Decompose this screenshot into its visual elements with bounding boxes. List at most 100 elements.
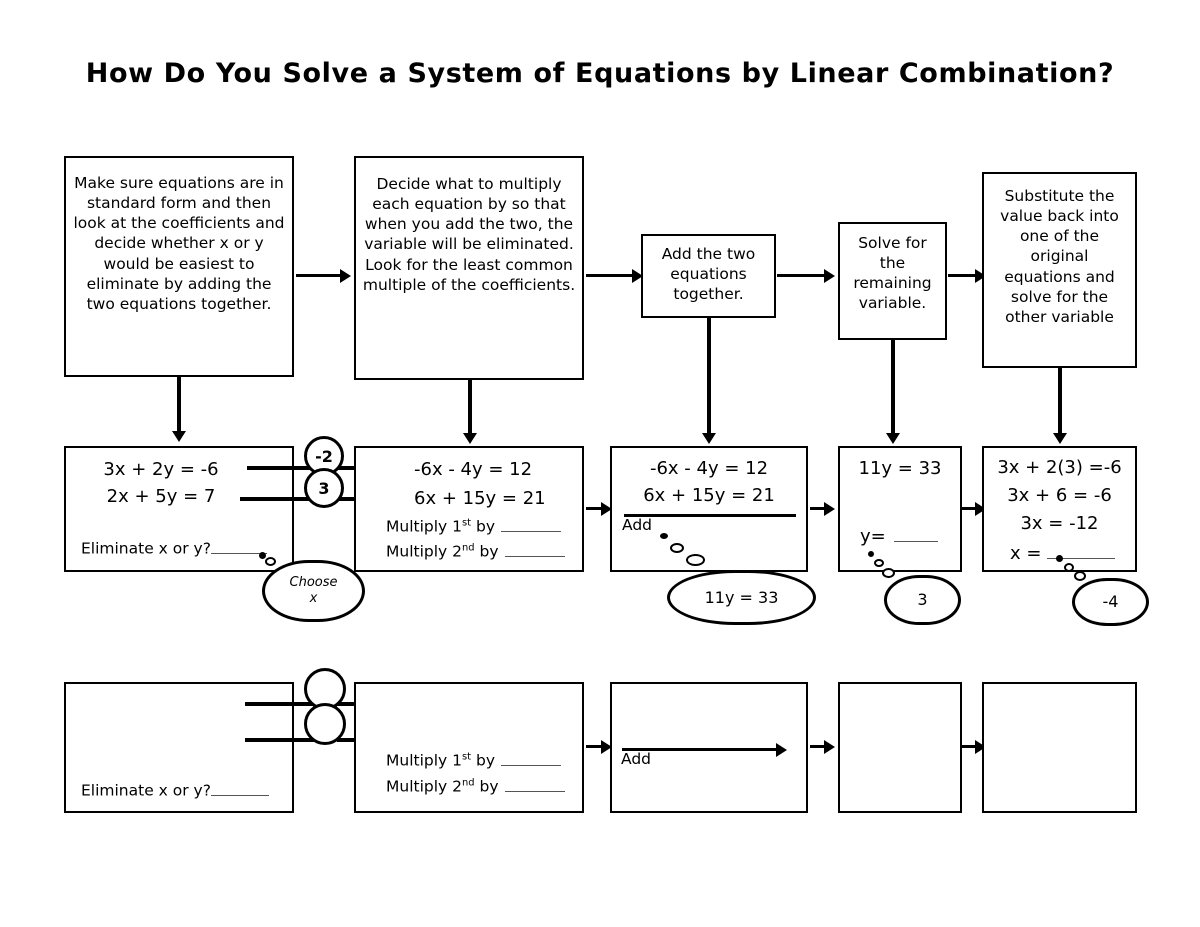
example-multiply-second: Multiply 2nd by	[386, 541, 565, 561]
practice-box-2[interactable]: Multiply 1st by Multiply 2nd by	[354, 682, 584, 813]
thought-dot-small-2	[660, 533, 668, 539]
thought-bubble-x-value-text: -4	[1102, 592, 1119, 611]
example-box3-operation: Add	[622, 516, 653, 534]
example-multiply-second-suffix: by	[474, 542, 499, 561]
thought-dot-large-3	[882, 568, 895, 578]
example-eliminate-prompt-text: Eliminate x or y?	[81, 539, 211, 558]
thought-dot-small-3	[868, 551, 874, 557]
practice-multiply-second: Multiply 2nd by	[386, 776, 565, 796]
example-box5-equation-2: 3x + 6 = -6	[1007, 485, 1112, 506]
practice-multiply-first: Multiply 1st by	[386, 750, 561, 770]
example-box5-solve-label: x =	[1010, 543, 1042, 565]
example-multiply-first: Multiply 1st by	[386, 516, 561, 536]
arrow-step2-step3-line	[586, 274, 638, 277]
example-box4-solve-label: y=	[860, 526, 886, 548]
arrow-step1-step2-head	[340, 269, 351, 283]
example-eliminate-blank[interactable]	[210, 538, 267, 554]
arrow-step3-step4-line	[777, 274, 829, 277]
example-multiply-second-ordinal: nd	[462, 542, 475, 554]
example-eliminate-prompt: Eliminate x or y?	[81, 538, 267, 558]
practice-multiplier-circle-bottom[interactable]	[304, 703, 346, 745]
example-multiply-first-blank[interactable]	[501, 516, 561, 532]
thought-dot-medium-2	[670, 543, 684, 553]
arrow-example3-example4-head	[824, 502, 835, 516]
connector-step1-down-line	[177, 377, 181, 435]
example-box3-equation-1: -6x - 4y = 12	[649, 458, 769, 479]
step-box-5-text: Substitute the value back into one of th…	[1000, 187, 1119, 326]
practice-multiply-second-ordinal: nd	[462, 777, 475, 789]
practice-eliminate-prompt-text: Eliminate x or y?	[81, 781, 211, 800]
multiplier-circle-bottom-value: 3	[318, 478, 330, 498]
example-multiply-first-ordinal: st	[462, 517, 472, 529]
practice-multiply-first-suffix: by	[471, 751, 495, 770]
arrow-practice3-practice4-head	[824, 740, 835, 754]
step-box-3-text: Add the two equations together.	[661, 245, 756, 304]
thought-dot-medium-1	[265, 557, 276, 566]
example-box3-equation-2: 6x + 15y = 21	[643, 485, 775, 506]
example-multiply-second-label: Multiply 2	[386, 542, 462, 561]
thought-dot-medium-3	[874, 559, 884, 567]
practice-eliminate-prompt: Eliminate x or y?	[81, 780, 269, 800]
thought-dot-small-4	[1056, 555, 1063, 562]
practice-box-4[interactable]	[838, 682, 962, 813]
connector-step4-down-head	[886, 433, 900, 444]
example-box5-solve: x =	[1010, 541, 1116, 565]
connector-step3-down-head	[702, 433, 716, 444]
example-box2-equation-2: 6x + 15y = 21	[414, 488, 546, 509]
connector-step4-down-line	[891, 340, 895, 437]
multiplier-circle-bottom[interactable]: 3	[304, 468, 344, 508]
thought-bubble-y-value: 3	[884, 575, 961, 625]
example-multiply-first-suffix: by	[471, 517, 495, 536]
thought-bubble-choose-line2: x	[309, 591, 318, 606]
example-box-4: 11y = 33 y=	[838, 446, 962, 572]
practice-multiply-second-suffix: by	[474, 777, 499, 796]
example-box5-equation-3: 3x = -12	[1020, 513, 1099, 534]
step-box-1: Make sure equations are in standard form…	[64, 156, 294, 377]
connector-step5-down-line	[1058, 368, 1062, 437]
connector-step1-down-head	[172, 431, 186, 442]
example-box4-equation-1: 11y = 33	[858, 458, 942, 479]
practice-box-3[interactable]: Add	[610, 682, 808, 813]
page-title: How Do You Solve a System of Equations b…	[85, 58, 1115, 89]
arrow-step3-step4-head	[824, 269, 835, 283]
thought-dot-small-1	[259, 552, 266, 559]
multiplier-circle-top-value: -2	[315, 446, 333, 466]
practice-multiply-second-label: Multiply 2	[386, 777, 462, 796]
step-box-4-text: Solve for the remaining variable.	[853, 234, 932, 313]
arrow-step1-step2-line	[296, 274, 342, 277]
example-box-3: -6x - 4y = 12 6x + 15y = 21 Add	[610, 446, 808, 572]
practice-multiply-first-label: Multiply 1	[386, 751, 462, 770]
step-box-2: Decide what to multiply each equation by…	[354, 156, 584, 380]
practice-box3-sum-arrow-head	[776, 743, 787, 757]
example-box-5: 3x + 2(3) =-6 3x + 6 = -6 3x = -12 x =	[982, 446, 1137, 572]
example-box2-equation-1: -6x - 4y = 12	[414, 459, 533, 480]
step-box-1-text: Make sure equations are in standard form…	[73, 174, 285, 313]
thought-dot-medium-4	[1064, 563, 1074, 572]
example-equation-1: 3x + 2y = -6	[103, 459, 219, 480]
practice-box3-operation: Add	[621, 750, 652, 768]
thought-bubble-choose-line1: Choose	[289, 574, 338, 590]
practice-box-5[interactable]	[982, 682, 1137, 813]
connector-step3-down-line	[707, 318, 711, 437]
connector-step2-down-head	[463, 433, 477, 444]
example-multiply-first-label: Multiply 1	[386, 517, 462, 536]
thought-bubble-sum: 11y = 33	[667, 570, 816, 625]
practice-eliminate-blank[interactable]	[210, 780, 269, 796]
example-multiply-second-blank[interactable]	[504, 541, 565, 557]
thought-bubble-x-value: -4	[1072, 578, 1149, 626]
example-box4-solve-blank[interactable]	[893, 524, 938, 543]
thought-bubble-y-value-text: 3	[917, 590, 928, 609]
connector-step2-down-line	[468, 380, 472, 437]
step-box-3: Add the two equations together.	[641, 234, 776, 318]
thought-dot-large-4	[1074, 571, 1086, 581]
thought-bubble-sum-text: 11y = 33	[704, 587, 779, 607]
step-box-4: Solve for the remaining variable.	[838, 222, 947, 340]
connector-step5-down-head	[1053, 433, 1067, 444]
step-box-5: Substitute the value back into one of th…	[982, 172, 1137, 368]
step-box-2-text: Decide what to multiply each equation by…	[362, 175, 576, 294]
thought-bubble-choose: Choose x	[262, 560, 365, 622]
worksheet-canvas: How Do You Solve a System of Equations b…	[0, 0, 1200, 927]
example-box-2: -6x - 4y = 12 6x + 15y = 21 Multiply 1st…	[354, 446, 584, 572]
practice-multiply-first-blank[interactable]	[501, 750, 561, 766]
practice-multiply-second-blank[interactable]	[504, 776, 565, 792]
